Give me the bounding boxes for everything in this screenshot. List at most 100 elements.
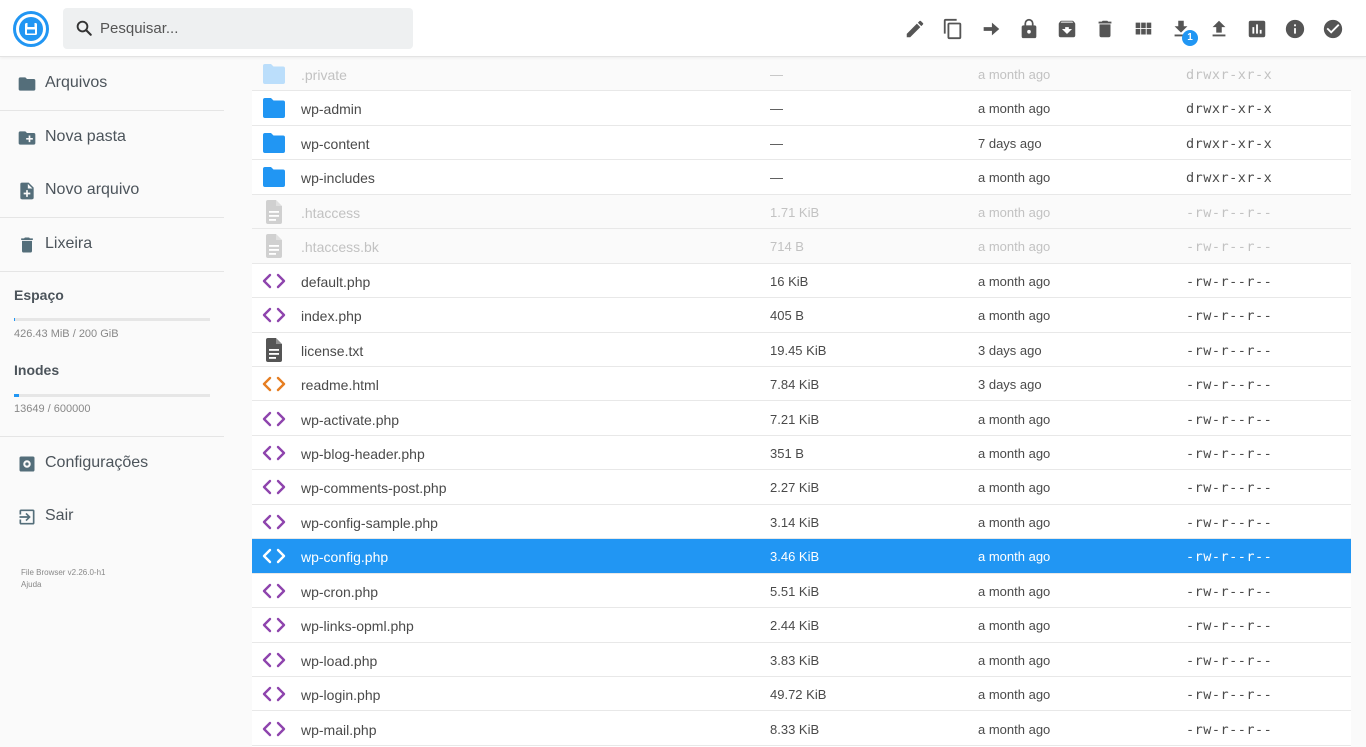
file-name: .private xyxy=(301,67,347,83)
file-row[interactable]: wp-activate.php 7.21 KiB a month ago -rw-r-… xyxy=(252,401,1351,436)
space-text: 426.43 MiB / 200 GiB xyxy=(14,328,119,340)
sidebar-item-label: Arquivos xyxy=(45,74,108,91)
file-modified: a month ago xyxy=(978,549,1051,565)
file-modified: a month ago xyxy=(978,67,1051,82)
file-row[interactable]: .private — a month ago drwxr-xr-x xyxy=(252,57,1351,92)
file-modified: a month ago xyxy=(978,480,1051,496)
copy-icon[interactable] xyxy=(934,10,972,48)
file-row[interactable]: .htaccess 1.71 KiB a month ago -rw-r--r-- xyxy=(252,194,1351,230)
file-list: .private — a month ago drwxr-xr-x wp-admin — a… xyxy=(252,57,1351,747)
file-row[interactable]: wp-cron.php 5.51 KiB a month ago -rw-r--r-- xyxy=(252,573,1351,609)
sidebar-item-label: Lixeira xyxy=(45,235,93,252)
html-file-icon xyxy=(260,372,288,396)
file-row[interactable]: license.txt 19.45 KiB 3 days ago -rw-r--r-- xyxy=(252,332,1351,367)
file-size: 3.14 KiB xyxy=(770,514,820,530)
file-row[interactable]: wp-comments-post.php 2.27 KiB a month ago -… xyxy=(252,470,1351,505)
file-permissions: -rw-r--r-- xyxy=(1186,273,1273,290)
space-title: Espaço xyxy=(14,287,64,303)
download-badge: 1 xyxy=(1182,29,1198,46)
code-file-icon xyxy=(260,682,288,706)
file-row[interactable]: wp-links-opml.php 2.44 KiB a month ago -rw-… xyxy=(252,608,1351,643)
file-row[interactable]: wp-load.php 3.83 KiB a month ago -rw-r--r-- xyxy=(252,642,1351,678)
file-name: wp-blog-header.php xyxy=(301,445,425,462)
file-name: wp-mail.php xyxy=(301,721,377,738)
inodes-progress-fill xyxy=(14,394,19,397)
file-permissions: -rw-r--r-- xyxy=(1186,514,1273,531)
inodes-text: 13649 / 600000 xyxy=(14,403,91,415)
sidebar-item-label: Nova pasta xyxy=(45,128,126,145)
move-icon[interactable] xyxy=(972,10,1010,48)
file-permissions: -rw-r--r-- xyxy=(1186,445,1273,462)
trash-icon xyxy=(17,235,37,255)
file-permissions: -rw-r--r-- xyxy=(1186,687,1273,704)
file-size: 7.21 KiB xyxy=(770,411,820,427)
permissions-icon[interactable] xyxy=(1010,10,1048,48)
file-permissions: drwxr-xr-x xyxy=(1186,101,1273,118)
inodes-progress xyxy=(14,394,210,397)
file-row[interactable]: .htaccess.bk 714 B a month ago -rw-r--r-- xyxy=(252,229,1351,264)
file-modified: a month ago xyxy=(978,514,1051,530)
file-size: 2.27 KiB xyxy=(770,480,820,496)
version-text: File Browser v2.26.0-h1 xyxy=(21,568,106,577)
file-row[interactable]: wp-mail.php 8.33 KiB a month ago -rw-r--r-- xyxy=(252,711,1351,746)
file-modified: a month ago xyxy=(978,239,1051,255)
info-icon[interactable] xyxy=(1276,10,1314,48)
file-name: .htaccess.bk xyxy=(301,239,379,256)
file-row[interactable]: wp-config.php 3.46 KiB a month ago -rw-r--r… xyxy=(252,539,1351,574)
search-input[interactable] xyxy=(100,8,400,49)
file-row[interactable]: wp-content — 7 days ago drwxr-xr-x xyxy=(252,125,1351,161)
sidebar-item-configuracoes[interactable]: Configurações xyxy=(0,437,224,490)
file-modified: a month ago xyxy=(978,687,1051,703)
floppy-logo-icon xyxy=(19,17,43,41)
file-row[interactable]: index.php 405 B a month ago -rw-r--r-- xyxy=(252,298,1351,333)
file-row[interactable]: default.php 16 KiB a month ago -rw-r--r-- xyxy=(252,263,1351,299)
search-box[interactable] xyxy=(63,8,413,49)
info-chart-icon[interactable] xyxy=(1238,10,1276,48)
app-logo[interactable] xyxy=(13,11,49,47)
file-permissions: -rw-r--r-- xyxy=(1186,583,1273,600)
file-modified: a month ago xyxy=(978,308,1051,324)
help-link[interactable]: Ajuda xyxy=(21,580,41,589)
sidebar-item-label: Configurações xyxy=(45,454,149,471)
select-icon[interactable] xyxy=(1314,10,1352,48)
file-modified: 7 days ago xyxy=(978,135,1042,151)
edit-icon[interactable] xyxy=(896,10,934,48)
space-progress xyxy=(14,318,210,321)
file-modified: 3 days ago xyxy=(978,342,1042,358)
file-modified: a month ago xyxy=(978,170,1051,186)
file-row[interactable]: wp-admin — a month ago drwxr-xr-x xyxy=(252,91,1351,126)
file-row[interactable]: wp-login.php 49.72 KiB a month ago -rw-r--r… xyxy=(252,677,1351,712)
file-modified: a month ago xyxy=(978,721,1051,737)
download-icon[interactable]: 1 xyxy=(1162,10,1200,48)
sidebar-item-label: Sair xyxy=(45,507,74,524)
sidebar-item-novo-arquivo[interactable]: Novo arquivo xyxy=(0,164,224,217)
file-name: readme.html xyxy=(301,377,379,394)
delete-icon[interactable] xyxy=(1086,10,1124,48)
code-file-icon xyxy=(260,510,288,534)
file-permissions: -rw-r--r-- xyxy=(1186,342,1273,359)
file-name: wp-config.php xyxy=(301,549,389,566)
sidebar-item-nova-pasta[interactable]: Nova pasta xyxy=(0,111,224,164)
new-file-icon xyxy=(17,181,37,201)
file-row[interactable]: wp-includes — a month ago drwxr-xr-x xyxy=(252,160,1351,195)
view-mode-icon[interactable] xyxy=(1124,10,1162,48)
sidebar-item-sair[interactable]: Sair xyxy=(0,490,224,543)
file-name: wp-config-sample.php xyxy=(301,514,438,531)
file-row[interactable]: wp-blog-header.php 351 B a month ago -rw-r-… xyxy=(252,435,1351,471)
upload-icon[interactable] xyxy=(1200,10,1238,48)
text-file-icon xyxy=(260,337,288,362)
file-name: wp-content xyxy=(301,135,370,152)
file-row[interactable]: readme.html 7.84 KiB 3 days ago -rw-r--r-- xyxy=(252,367,1351,402)
file-modified: a month ago xyxy=(978,618,1051,634)
code-file-icon xyxy=(260,303,288,327)
sidebar-item-lixeira[interactable]: Lixeira xyxy=(0,218,224,271)
file-name: wp-login.php xyxy=(301,687,381,704)
search-icon xyxy=(75,19,93,42)
folder-icon xyxy=(260,131,288,155)
archive-icon[interactable] xyxy=(1048,10,1086,48)
sidebar-item-arquivos[interactable]: Arquivos xyxy=(0,57,224,110)
scrollbar[interactable] xyxy=(1351,57,1366,747)
file-row[interactable]: wp-config-sample.php 3.14 KiB a month ago -… xyxy=(252,504,1351,540)
inodes-title: Inodes xyxy=(14,362,60,378)
file-permissions: -rw-r--r-- xyxy=(1186,308,1273,325)
